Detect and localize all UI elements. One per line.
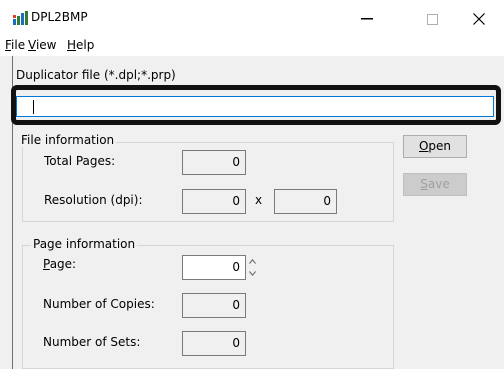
menu-help[interactable]: Help <box>67 38 94 52</box>
number-of-copies-field: 0 <box>182 293 246 318</box>
open-button[interactable]: Open <box>403 135 467 158</box>
menu-file[interactable]: File <box>5 38 25 52</box>
title-bar: DPL2BMP <box>0 0 504 34</box>
window-title: DPL2BMP <box>31 10 88 24</box>
total-pages-field: 0 <box>182 150 246 175</box>
file-information-title: File information <box>19 133 117 147</box>
app-icon <box>13 11 29 25</box>
resolution-x-field: 0 <box>182 189 246 214</box>
page-input[interactable]: 0 <box>182 255 246 280</box>
text-caret <box>33 100 34 114</box>
minimize-button[interactable] <box>347 6 387 32</box>
resolution-separator: x <box>255 193 263 207</box>
window-border <box>12 56 13 369</box>
spin-up-icon[interactable] <box>247 256 258 267</box>
maximize-icon <box>426 13 438 25</box>
maximize-button[interactable] <box>412 6 452 32</box>
duplicator-file-input[interactable] <box>16 96 494 117</box>
number-of-copies-label: Number of Copies: <box>43 297 155 311</box>
minimize-icon <box>361 18 373 20</box>
number-of-sets-field: 0 <box>182 331 246 356</box>
resolution-label: Resolution (dpi): <box>44 193 143 207</box>
menu-bar: File View Help <box>0 34 504 56</box>
number-of-sets-label: Number of Sets: <box>43 335 141 349</box>
duplicator-file-label: Duplicator file (*.dpl;*.prp) <box>16 68 176 82</box>
menu-view[interactable]: View <box>28 38 56 52</box>
close-button[interactable] <box>459 6 499 32</box>
page-information-title: Page information <box>31 237 138 251</box>
page-spinner[interactable] <box>247 255 259 280</box>
close-icon <box>473 13 485 25</box>
app-window: DPL2BMP File View Help Duplicator file (… <box>0 0 504 369</box>
spin-down-icon[interactable] <box>247 268 258 279</box>
save-button[interactable]: Save <box>403 173 467 196</box>
page-label: Page: <box>43 257 77 271</box>
total-pages-label: Total Pages: <box>44 154 116 168</box>
resolution-y-field: 0 <box>274 189 337 214</box>
